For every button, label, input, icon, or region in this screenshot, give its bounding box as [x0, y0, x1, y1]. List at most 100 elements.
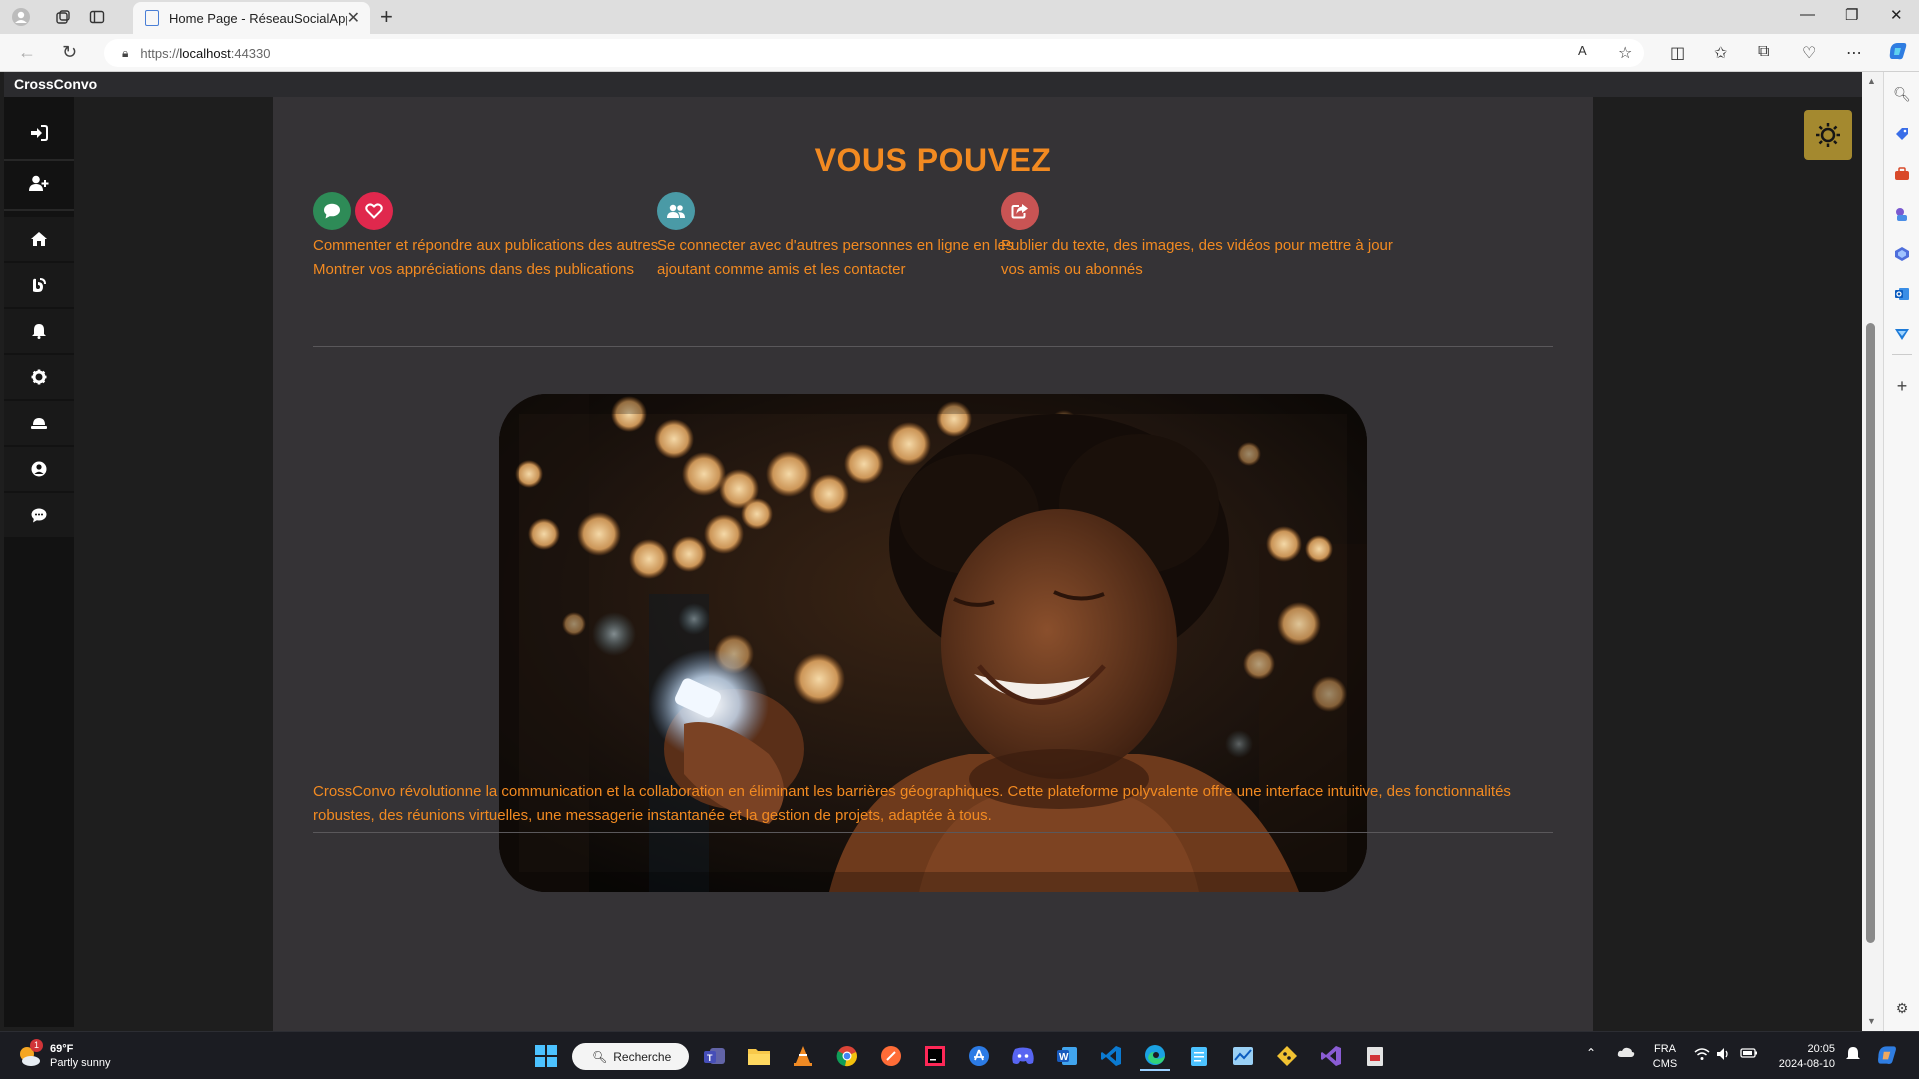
- notepad-icon[interactable]: [1184, 1041, 1214, 1071]
- copilot-taskbar-icon[interactable]: [1874, 1042, 1900, 1071]
- keyboard-layout: CMS: [1652, 1058, 1678, 1070]
- word-icon[interactable]: W: [1052, 1041, 1082, 1071]
- heart-icon: [355, 192, 393, 230]
- split-screen-icon[interactable]: ◫: [1670, 43, 1685, 63]
- discord-icon[interactable]: [1008, 1041, 1038, 1071]
- add-sidebar-app-icon[interactable]: +: [1892, 376, 1912, 396]
- sidebar-settings-icon[interactable]: ⚙︎: [1892, 998, 1912, 1018]
- login-icon[interactable]: [4, 111, 74, 155]
- share-icon: [1001, 192, 1039, 230]
- hat-icon[interactable]: [4, 401, 74, 445]
- bell-icon[interactable]: [4, 309, 74, 353]
- user-circle-icon[interactable]: [4, 447, 74, 491]
- lang-code: FRA: [1654, 1043, 1676, 1055]
- search-icon[interactable]: 🔍︎: [1892, 84, 1912, 104]
- new-tab-icon[interactable]: +: [380, 4, 393, 30]
- refresh-icon[interactable]: ↻: [62, 42, 77, 63]
- comment-icon: [313, 192, 351, 230]
- games-icon[interactable]: [1892, 204, 1912, 224]
- divider: [313, 832, 1553, 833]
- weather-badge: 1: [30, 1039, 43, 1052]
- svg-text:T: T: [707, 1053, 713, 1063]
- browser-tab-bar: Home Page - RéseauSocialApp ✕ + — ❐ ✕: [0, 0, 1919, 34]
- system-clock[interactable]: 20:05 2024-08-10: [1769, 1042, 1835, 1072]
- weather-widget[interactable]: 1 69°F Partly sunny: [16, 1039, 111, 1070]
- lock-icon[interactable]: 🔒︎: [122, 46, 128, 61]
- tray-overflow-icon[interactable]: ⌃: [1586, 1046, 1596, 1060]
- feature-text-line: Publier du texte, des images, des vidéos…: [1001, 237, 1393, 254]
- git-icon[interactable]: [1272, 1041, 1302, 1071]
- tab-home-page[interactable]: Home Page - RéseauSocialApp ✕: [133, 2, 370, 34]
- visual-studio-icon[interactable]: [1316, 1041, 1346, 1071]
- scroll-up-icon[interactable]: ▲: [1867, 76, 1876, 86]
- profile-icon[interactable]: [8, 5, 34, 29]
- m365-icon[interactable]: [1892, 244, 1912, 264]
- main-content: VOUS POUVEZ Commenter et répondre aux pu…: [273, 97, 1593, 1031]
- onedrive-icon[interactable]: [1617, 1046, 1635, 1061]
- restore-icon[interactable]: ❐: [1845, 6, 1858, 24]
- collections-icon[interactable]: ⧉: [1758, 43, 1769, 61]
- url-field[interactable]: 🔒︎ https://localhost:44330: [104, 39, 1644, 67]
- battery-icon[interactable]: [1740, 1047, 1758, 1062]
- edge-sidebar: 🔍︎ + ⚙︎: [1883, 72, 1919, 1031]
- chat-icon[interactable]: [4, 493, 74, 537]
- workspaces-icon[interactable]: [50, 5, 76, 29]
- gear-icon[interactable]: [4, 355, 74, 399]
- outlook-icon[interactable]: [1892, 284, 1912, 304]
- app-brand[interactable]: CrossConvo: [4, 72, 1862, 97]
- favorites-icon[interactable]: ✩: [1714, 43, 1727, 63]
- task-manager-icon[interactable]: [1228, 1041, 1258, 1071]
- url-port: :44330: [230, 45, 271, 61]
- weather-temp: 69°F: [50, 1043, 74, 1055]
- windows-taskbar: 1 69°F Partly sunny 🔍︎ Recherche T W ⌃ F…: [0, 1031, 1919, 1079]
- users-icon: [657, 192, 695, 230]
- chrome-icon[interactable]: [832, 1041, 862, 1071]
- tools-icon[interactable]: [1892, 164, 1912, 184]
- partly-sunny-icon: 1: [16, 1039, 43, 1069]
- feature-publish: Publier du texte, des images, des vidéos…: [1001, 192, 1421, 282]
- postman-icon[interactable]: [876, 1041, 906, 1071]
- language-indicator[interactable]: FRA CMS: [1650, 1042, 1680, 1072]
- vscode-icon[interactable]: [1096, 1041, 1126, 1071]
- taskbar-search[interactable]: 🔍︎ Recherche: [572, 1043, 689, 1070]
- favorite-star-icon[interactable]: ☆: [1618, 43, 1632, 63]
- home-icon[interactable]: [4, 217, 74, 261]
- page-favicon-icon: [145, 10, 159, 26]
- minimize-icon[interactable]: —: [1800, 6, 1815, 23]
- pdf-app-icon[interactable]: [1360, 1041, 1390, 1071]
- description-text: CrossConvo révolutionne la communication…: [313, 783, 1511, 824]
- teams-icon[interactable]: T: [700, 1041, 730, 1071]
- scroll-down-icon[interactable]: ▼: [1867, 1016, 1876, 1026]
- theme-toggle-button[interactable]: [1804, 110, 1852, 160]
- edge-icon[interactable]: [1140, 1041, 1170, 1071]
- wifi-icon[interactable]: [1694, 1047, 1710, 1064]
- taskbar-search-label: Recherche: [613, 1049, 672, 1064]
- page-heading: VOUS POUVEZ: [814, 142, 1052, 178]
- clock-time: 20:05: [1807, 1043, 1835, 1055]
- browser-address-bar: ← ↻ 🔒︎ https://localhost:44330 A ☆ ◫ ✩ ⧉…: [0, 34, 1919, 72]
- tab-actions-icon[interactable]: [84, 5, 110, 29]
- tab-close-icon[interactable]: ✕: [347, 8, 360, 28]
- notification-bell-icon[interactable]: [1846, 1046, 1860, 1065]
- app-store-icon[interactable]: [964, 1041, 994, 1071]
- file-explorer-icon[interactable]: [744, 1041, 774, 1071]
- copilot-icon[interactable]: [1886, 39, 1910, 68]
- blog-icon[interactable]: [4, 263, 74, 307]
- web-page: CrossConvo VOUS POUVEZ Commenter et répo…: [0, 72, 1883, 1031]
- back-icon[interactable]: ←: [18, 42, 36, 63]
- window-close-icon[interactable]: ✕: [1890, 6, 1903, 24]
- volume-icon[interactable]: [1716, 1047, 1732, 1064]
- start-icon[interactable]: [531, 1041, 561, 1071]
- user-plus-icon[interactable]: [4, 161, 74, 205]
- intellij-icon[interactable]: [920, 1041, 950, 1071]
- more-menu-icon[interactable]: ⋯: [1846, 43, 1862, 63]
- scroll-thumb[interactable]: [1866, 323, 1875, 943]
- shopping-tag-icon[interactable]: [1892, 124, 1912, 144]
- vlc-icon[interactable]: [788, 1041, 818, 1071]
- send-icon[interactable]: [1892, 324, 1912, 344]
- weather-desc: Partly sunny: [50, 1057, 111, 1069]
- read-aloud-icon[interactable]: A: [1578, 43, 1587, 58]
- browser-essentials-icon[interactable]: ♡: [1802, 43, 1816, 63]
- svg-text:W: W: [1059, 1052, 1069, 1063]
- divider: [313, 346, 1553, 347]
